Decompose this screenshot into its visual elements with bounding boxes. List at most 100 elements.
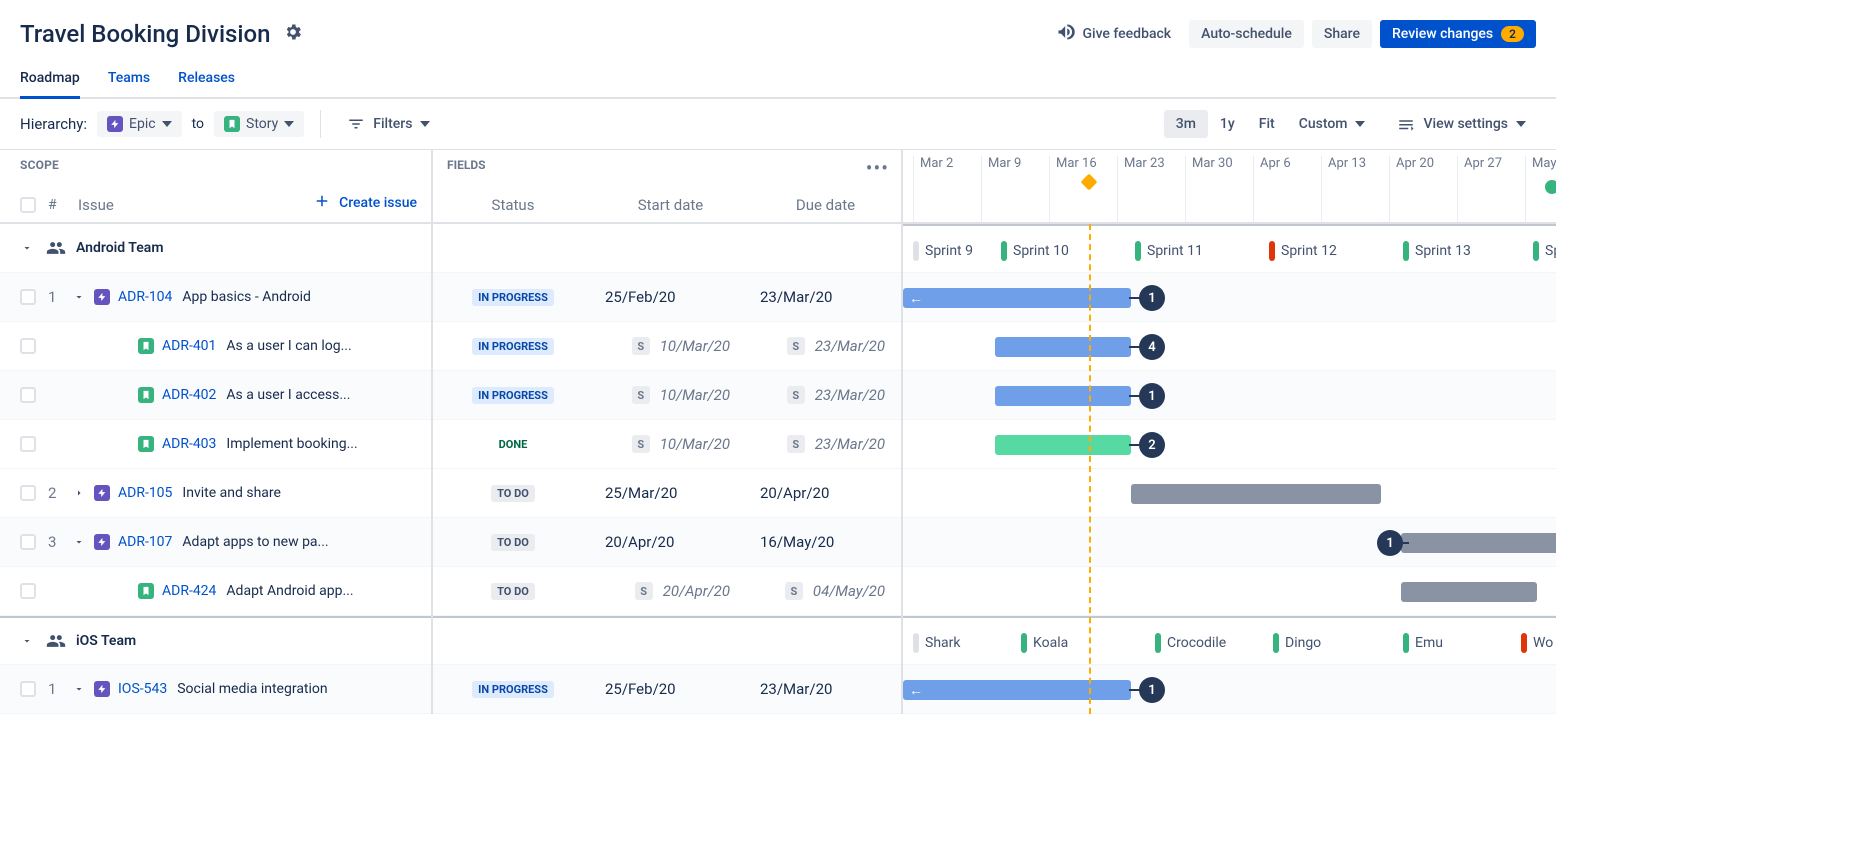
- fields-menu-icon[interactable]: •••: [866, 156, 889, 180]
- timeline-bar[interactable]: [995, 386, 1131, 406]
- sprint-label[interactable]: Spr: [1533, 239, 1556, 263]
- dependency-count[interactable]: 2: [1139, 432, 1165, 458]
- row-checkbox[interactable]: [20, 436, 36, 452]
- auto-schedule-button[interactable]: Auto-schedule: [1189, 20, 1304, 48]
- sprint-label[interactable]: Shark: [913, 631, 960, 655]
- issue-key[interactable]: ADR-107: [118, 534, 172, 550]
- expand-toggle[interactable]: [72, 683, 86, 695]
- row-checkbox[interactable]: [20, 485, 36, 501]
- start-date[interactable]: 25/Mar/20: [593, 484, 748, 502]
- due-date[interactable]: 16/May/20: [748, 533, 903, 551]
- sprint-label[interactable]: Sprint 13: [1403, 239, 1471, 263]
- issue-row[interactable]: ADR-424Adapt Android app...: [0, 567, 431, 616]
- row-checkbox[interactable]: [20, 338, 36, 354]
- status-badge[interactable]: IN PROGRESS: [472, 387, 554, 404]
- dependency-count[interactable]: 1: [1139, 285, 1165, 311]
- row-checkbox[interactable]: [20, 289, 36, 305]
- issue-key[interactable]: ADR-401: [162, 338, 216, 354]
- sprint-label[interactable]: Sprint 9: [913, 239, 973, 263]
- row-checkbox[interactable]: [20, 681, 36, 697]
- due-date[interactable]: 23/Mar/20: [748, 288, 903, 306]
- view-settings-button[interactable]: View settings: [1387, 109, 1536, 139]
- tab-teams[interactable]: Teams: [108, 64, 150, 99]
- issue-row[interactable]: ADR-402As a user I access...: [0, 371, 431, 420]
- issue-row[interactable]: 3ADR-107Adapt apps to new pa...: [0, 518, 431, 567]
- timeline-bar[interactable]: ←: [903, 680, 1131, 700]
- zoom-custom[interactable]: Custom: [1287, 110, 1378, 138]
- row-checkbox[interactable]: [20, 583, 36, 599]
- issue-row[interactable]: 1IOS-543Social media integration: [0, 665, 431, 714]
- expand-toggle[interactable]: [20, 635, 34, 647]
- start-date[interactable]: 20/Apr/20: [593, 533, 748, 551]
- start-date[interactable]: S10/Mar/20: [593, 337, 748, 355]
- status-badge[interactable]: DONE: [493, 436, 534, 453]
- issue-key[interactable]: ADR-105: [118, 485, 172, 501]
- sprint-label[interactable]: Koala: [1021, 631, 1068, 655]
- create-issue-button[interactable]: Create issue: [313, 192, 417, 214]
- issue-key[interactable]: IOS-543: [118, 681, 167, 697]
- timeline-bar[interactable]: [1401, 582, 1537, 602]
- start-date[interactable]: 25/Feb/20: [593, 288, 748, 306]
- issue-key[interactable]: ADR-424: [162, 583, 216, 599]
- issue-row[interactable]: 2ADR-105Invite and share: [0, 469, 431, 518]
- start-date[interactable]: S10/Mar/20: [593, 386, 748, 404]
- due-date[interactable]: S23/Mar/20: [748, 435, 903, 453]
- give-feedback-button[interactable]: Give feedback: [1046, 16, 1181, 52]
- expand-toggle[interactable]: [72, 291, 86, 303]
- timeline-bar[interactable]: ←: [903, 288, 1131, 308]
- sprint-label[interactable]: Crocodile: [1155, 631, 1226, 655]
- zoom-3m[interactable]: 3m: [1164, 110, 1208, 138]
- start-date[interactable]: S20/Apr/20: [593, 582, 748, 600]
- gear-icon[interactable]: [283, 22, 303, 46]
- zoom-1y[interactable]: 1y: [1208, 110, 1247, 138]
- row-checkbox[interactable]: [20, 387, 36, 403]
- select-all-checkbox[interactable]: [20, 197, 36, 213]
- timeline-bar[interactable]: [995, 337, 1131, 357]
- review-changes-button[interactable]: Review changes 2: [1380, 20, 1536, 48]
- expand-toggle[interactable]: [20, 242, 34, 254]
- status-badge[interactable]: IN PROGRESS: [472, 338, 554, 355]
- sprint-label[interactable]: Wo: [1521, 631, 1553, 655]
- issue-row[interactable]: 1ADR-104App basics - Android: [0, 273, 431, 322]
- due-date[interactable]: 23/Mar/20: [748, 680, 903, 698]
- team-row[interactable]: iOS Team: [0, 616, 431, 665]
- status-badge[interactable]: IN PROGRESS: [472, 289, 554, 306]
- status-badge[interactable]: TO DO: [491, 485, 535, 502]
- due-date[interactable]: S23/Mar/20: [748, 386, 903, 404]
- sprint-label[interactable]: Sprint 12: [1269, 239, 1337, 263]
- filters-button[interactable]: Filters: [337, 109, 440, 139]
- timeline-bar[interactable]: [995, 435, 1131, 455]
- tab-roadmap[interactable]: Roadmap: [20, 64, 80, 99]
- issue-key[interactable]: ADR-104: [118, 289, 172, 305]
- status-badge[interactable]: IN PROGRESS: [472, 681, 554, 698]
- issue-row[interactable]: ADR-401As a user I can log...: [0, 322, 431, 371]
- hierarchy-to-select[interactable]: Story: [214, 111, 304, 137]
- due-date[interactable]: S23/Mar/20: [748, 337, 903, 355]
- release-marker-icon[interactable]: [1545, 180, 1556, 194]
- dependency-count[interactable]: 1: [1139, 383, 1165, 409]
- dependency-count[interactable]: 4: [1139, 334, 1165, 360]
- sprint-label[interactable]: Emu: [1403, 631, 1443, 655]
- sprint-label[interactable]: Dingo: [1273, 631, 1321, 655]
- status-badge[interactable]: TO DO: [491, 583, 535, 600]
- issue-key[interactable]: ADR-402: [162, 387, 216, 403]
- hierarchy-from-select[interactable]: Epic: [97, 111, 182, 137]
- share-button[interactable]: Share: [1312, 20, 1372, 48]
- team-row[interactable]: Android Team: [0, 224, 431, 273]
- due-date[interactable]: S04/May/20: [748, 582, 903, 600]
- dependency-count[interactable]: 1: [1139, 677, 1165, 703]
- status-badge[interactable]: TO DO: [491, 534, 535, 551]
- timeline-bar[interactable]: [1131, 484, 1381, 504]
- start-date[interactable]: S10/Mar/20: [593, 435, 748, 453]
- sprint-label[interactable]: Sprint 10: [1001, 239, 1069, 263]
- zoom-fit[interactable]: Fit: [1247, 110, 1287, 138]
- expand-toggle[interactable]: [72, 487, 86, 499]
- row-checkbox[interactable]: [20, 534, 36, 550]
- issue-key[interactable]: ADR-403: [162, 436, 216, 452]
- due-date[interactable]: 20/Apr/20: [748, 484, 903, 502]
- timeline-bar[interactable]: [1401, 533, 1556, 553]
- start-date[interactable]: 25/Feb/20: [593, 680, 748, 698]
- issue-row[interactable]: ADR-403Implement booking...: [0, 420, 431, 469]
- tab-releases[interactable]: Releases: [178, 64, 235, 99]
- dependency-count[interactable]: 1: [1377, 530, 1403, 556]
